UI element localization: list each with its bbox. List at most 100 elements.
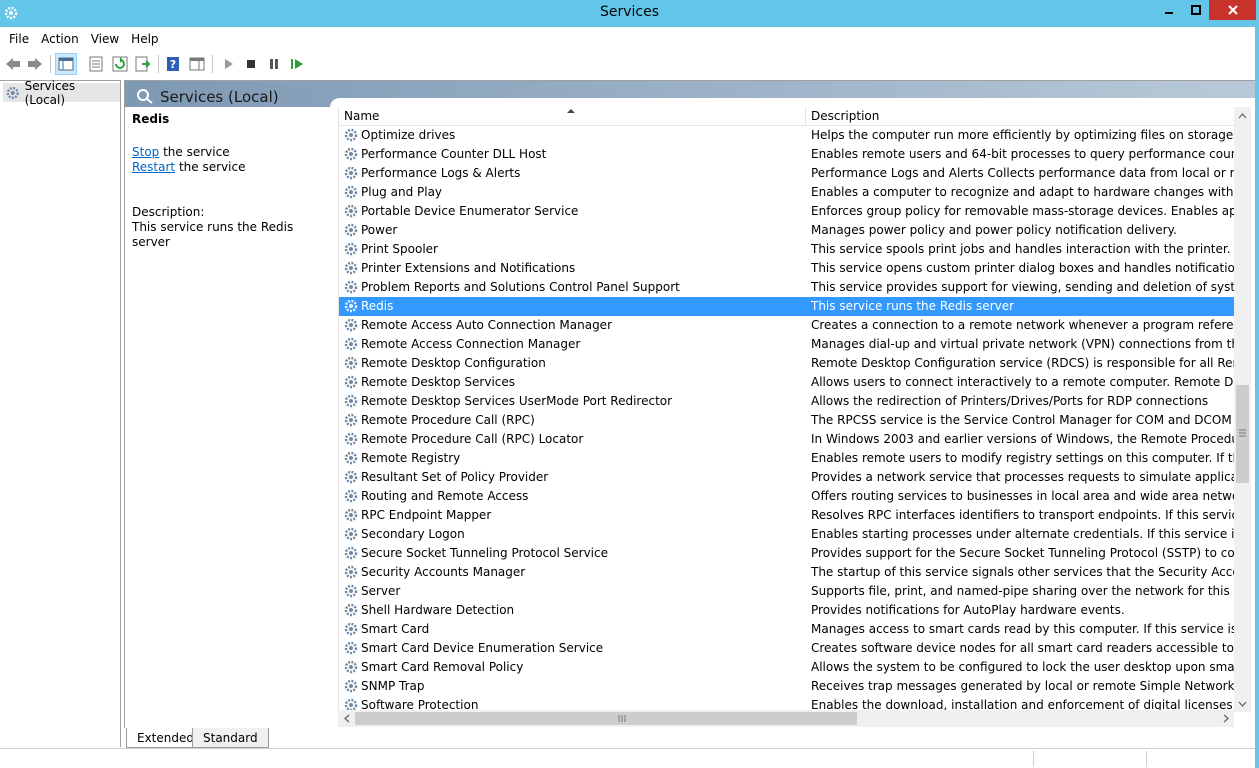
service-row[interactable]: Performance Logs & Alerts Performance Log…	[339, 164, 1239, 183]
help-icon: ?	[167, 57, 179, 71]
service-row[interactable]: Secondary Logon Enables starting processe…	[339, 525, 1239, 544]
service-row[interactable]: Remote Procedure Call (RPC) Locator In Wi…	[339, 430, 1239, 449]
back-button[interactable]	[2, 53, 24, 75]
stop-service-button[interactable]	[240, 53, 262, 75]
service-row[interactable]: Secure Socket Tunneling Protocol Service…	[339, 544, 1239, 563]
service-row[interactable]: Smart Card Device Enumeration Service Cre…	[339, 639, 1239, 658]
tab-standard[interactable]: Standard	[192, 728, 269, 748]
service-row[interactable]: Resultant Set of Policy Provider Provides…	[339, 468, 1239, 487]
service-row[interactable]: Remote Registry Enables remote users to m…	[339, 449, 1239, 468]
horizontal-scroll-thumb[interactable]	[355, 712, 857, 725]
title-bar: Services	[0, 0, 1259, 27]
service-row[interactable]: Plug and Play Enables a computer to recog…	[339, 183, 1239, 202]
properties-button[interactable]	[85, 53, 107, 75]
service-row[interactable]: Performance Counter DLL Host Enables remo…	[339, 145, 1239, 164]
service-description-cell: Offers routing services to businesses in…	[811, 489, 1239, 503]
service-description-cell: Enforces group policy for removable mass…	[811, 204, 1239, 218]
start-service-button[interactable]	[217, 53, 239, 75]
service-row[interactable]: Printer Extensions and Notifications This…	[339, 259, 1239, 278]
service-row[interactable]: Remote Access Connection Manager Manages …	[339, 335, 1239, 354]
vertical-scrollbar[interactable]	[1234, 107, 1251, 712]
svg-text:?: ?	[170, 58, 176, 71]
service-row[interactable]: Smart Card Removal Policy Allows the syst…	[339, 658, 1239, 677]
stop-icon	[247, 60, 255, 68]
restart-service-link[interactable]: Restart	[132, 160, 175, 174]
service-gear-icon	[344, 565, 358, 579]
services-window: Services File Action View Help ? Service…	[0, 0, 1259, 768]
service-row[interactable]: Shell Hardware Detection Provides notific…	[339, 601, 1239, 620]
scroll-down-button[interactable]	[1234, 695, 1251, 712]
service-row[interactable]: Security Accounts Manager The startup of …	[339, 563, 1239, 582]
service-description-cell: Manages dial-up and virtual private netw…	[811, 337, 1239, 351]
tree-item-services-local[interactable]: Services (Local)	[3, 79, 120, 107]
service-name-cell: Performance Logs & Alerts	[361, 166, 521, 180]
show-hide-console-tree-button[interactable]	[55, 53, 77, 75]
scroll-left-button[interactable]	[338, 710, 355, 727]
vertical-scroll-thumb[interactable]	[1236, 385, 1249, 483]
service-row[interactable]: Redis This service runs the Redis server	[339, 297, 1239, 316]
stop-service-link[interactable]: Stop	[132, 145, 159, 159]
toolbar-separator	[158, 55, 159, 73]
help-button[interactable]: ?	[162, 53, 184, 75]
service-row[interactable]: Problem Reports and Solutions Control Pa…	[339, 278, 1239, 297]
export-icon	[135, 56, 151, 72]
menu-action[interactable]: Action	[36, 32, 84, 46]
menu-file[interactable]: File	[4, 32, 34, 46]
service-row[interactable]: Power Manages power policy and power poli…	[339, 221, 1239, 240]
service-description-cell: The RPCSS service is the Service Control…	[811, 413, 1239, 427]
restart-icon	[291, 59, 303, 69]
results-pane: Services (Local) Redis Stop the service …	[124, 80, 1259, 747]
service-gear-icon	[344, 375, 358, 389]
back-arrow-icon	[6, 58, 20, 70]
list-rows: Optimize drives Helps the computer run mo…	[339, 126, 1239, 715]
service-row[interactable]: Print Spooler This service spools print j…	[339, 240, 1239, 259]
service-row[interactable]: Remote Procedure Call (RPC) The RPCSS ser…	[339, 411, 1239, 430]
maximize-button[interactable]	[1183, 0, 1209, 20]
service-gear-icon	[344, 660, 358, 674]
service-name-cell: Portable Device Enumerator Service	[361, 204, 579, 218]
service-description-cell: Provides support for the Secure Socket T…	[811, 546, 1239, 560]
column-header-name[interactable]: Name	[339, 107, 806, 126]
toolbar-separator	[212, 55, 213, 73]
chevron-up-icon	[1238, 112, 1247, 118]
service-row[interactable]: Optimize drives Helps the computer run mo…	[339, 126, 1239, 145]
service-gear-icon	[344, 584, 358, 598]
restore-icon	[1191, 5, 1201, 15]
toolbar-separator	[50, 55, 51, 73]
service-row[interactable]: Remote Desktop Configuration Remote Deskt…	[339, 354, 1239, 373]
services-gear-icon	[6, 86, 19, 99]
column-header-description[interactable]: Description	[806, 107, 1239, 126]
menu-view[interactable]: View	[86, 32, 124, 46]
service-name-cell: Print Spooler	[361, 242, 438, 256]
stop-line: Stop the service	[132, 145, 330, 160]
service-row[interactable]: Remote Desktop Services Allows users to c…	[339, 373, 1239, 392]
service-name-cell: Performance Counter DLL Host	[361, 147, 547, 161]
pause-service-button[interactable]	[263, 53, 285, 75]
scroll-up-button[interactable]	[1234, 107, 1251, 124]
scroll-right-button[interactable]	[1217, 710, 1234, 727]
service-row[interactable]: Remote Desktop Services UserMode Port Re…	[339, 392, 1239, 411]
service-row[interactable]: Portable Device Enumerator Service Enforc…	[339, 202, 1239, 221]
minimize-button[interactable]	[1156, 0, 1182, 20]
status-divider	[1146, 751, 1147, 767]
pane-header: Services (Local)	[125, 81, 1259, 107]
service-name-cell: Remote Desktop Configuration	[361, 356, 546, 370]
service-row[interactable]: Smart Card Manages access to smart cards …	[339, 620, 1239, 639]
column-name-label: Name	[344, 109, 380, 123]
export-list-button[interactable]	[132, 53, 154, 75]
service-row[interactable]: Remote Access Auto Connection Manager Cre…	[339, 316, 1239, 335]
service-row[interactable]: Server Supports file, print, and named-pi…	[339, 582, 1239, 601]
forward-button[interactable]	[24, 53, 46, 75]
refresh-icon	[112, 56, 128, 72]
show-action-pane-button[interactable]	[186, 53, 208, 75]
restart-service-button[interactable]	[286, 53, 308, 75]
horizontal-scrollbar[interactable]	[338, 710, 1234, 727]
service-row[interactable]: RPC Endpoint Mapper Resolves RPC interfac…	[339, 506, 1239, 525]
service-row[interactable]: Routing and Remote Access Offers routing …	[339, 487, 1239, 506]
refresh-button[interactable]	[109, 53, 131, 75]
service-gear-icon	[344, 603, 358, 617]
close-button[interactable]	[1209, 0, 1256, 20]
chevron-down-icon	[1238, 701, 1247, 707]
menu-help[interactable]: Help	[126, 32, 163, 46]
service-row[interactable]: SNMP Trap Receives trap messages generate…	[339, 677, 1239, 696]
